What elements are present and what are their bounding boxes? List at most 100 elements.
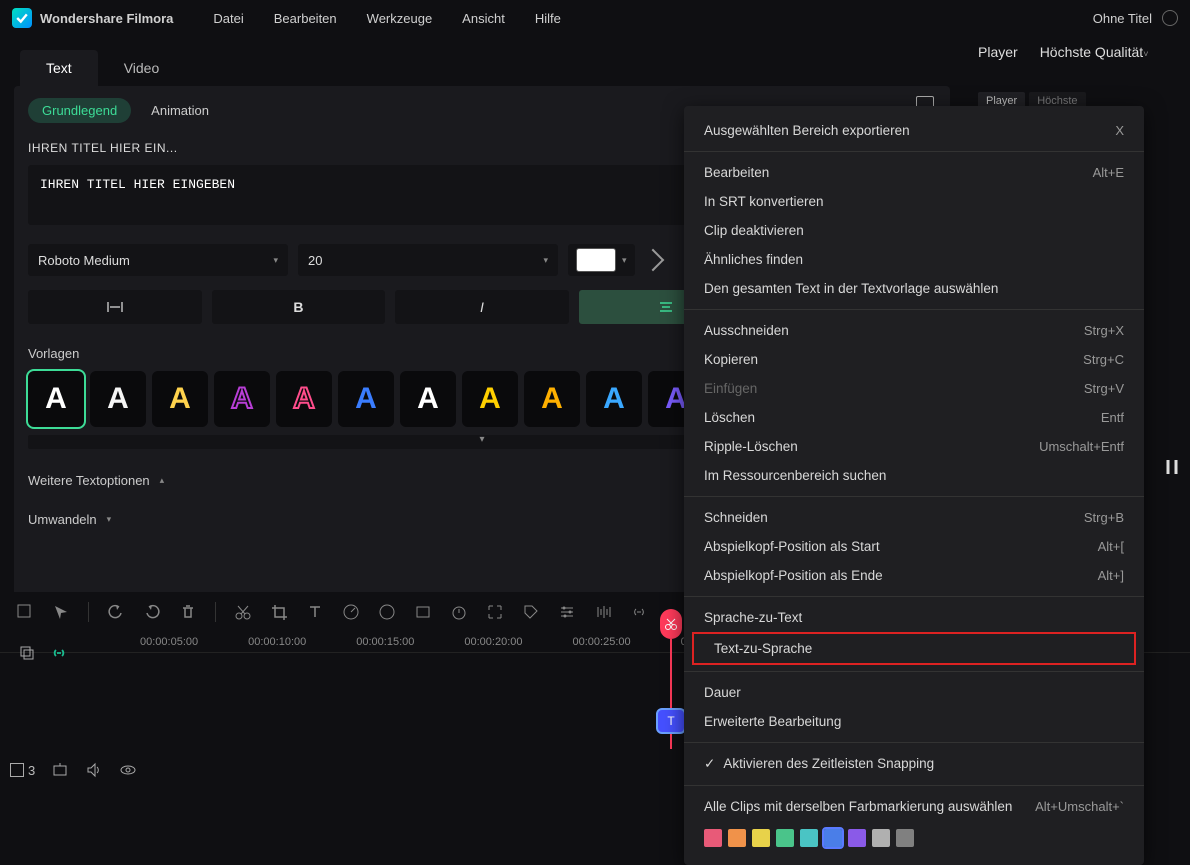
volume-icon[interactable] (85, 761, 103, 779)
link-icon[interactable] (630, 603, 648, 621)
template-item[interactable]: A (152, 371, 208, 427)
layers-icon (10, 763, 24, 777)
context-menu-item[interactable]: AusschneidenStrg+X (684, 316, 1144, 345)
context-menu-item[interactable]: Sprache-zu-Text (684, 603, 1144, 632)
context-menu-item[interactable]: Alle Clips mit derselben Farbmarkierung … (684, 792, 1144, 821)
context-menu-item[interactable]: Erweiterte Bearbeitung (684, 707, 1144, 736)
text-color-picker[interactable]: ▾ (568, 244, 635, 276)
app-name: Wondershare Filmora (40, 11, 173, 26)
focus-icon[interactable] (486, 603, 504, 621)
context-menu-item[interactable]: SchneidenStrg+B (684, 503, 1144, 532)
redo-icon[interactable] (143, 603, 161, 621)
color-swatch[interactable] (848, 829, 866, 847)
menubar: Wondershare Filmora Datei Bearbeiten Wer… (0, 0, 1190, 36)
delete-icon[interactable] (179, 603, 197, 621)
select-icon[interactable] (16, 603, 34, 621)
audio-icon[interactable] (594, 603, 612, 621)
context-menu-item[interactable]: Ähnliches finden (684, 245, 1144, 274)
context-menu-item[interactable]: In SRT konvertieren (684, 187, 1144, 216)
context-menu-item[interactable]: Ripple-LöschenUmschalt+Entf (684, 432, 1144, 461)
context-menu-item[interactable]: Abspielkopf-Position als EndeAlt+] (684, 561, 1144, 590)
char-spacing-button[interactable] (28, 290, 202, 324)
chevron-up-icon: ▴ (160, 475, 165, 486)
eyedropper-icon[interactable] (641, 249, 664, 272)
pause-icon[interactable] (1164, 458, 1182, 476)
status-bar: 3 (10, 761, 137, 779)
menu-bearbeiten[interactable]: Bearbeiten (274, 11, 337, 26)
cut-icon[interactable] (234, 603, 252, 621)
subtab-grundlegend[interactable]: Grundlegend (28, 98, 131, 123)
template-item[interactable]: A (338, 371, 394, 427)
tab-text[interactable]: Text (20, 50, 98, 86)
context-menu-separator (684, 742, 1144, 743)
context-menu-item[interactable]: Aktivieren des Zeitleisten Snapping (684, 749, 1144, 779)
tag-icon[interactable] (522, 603, 540, 621)
speed-icon[interactable] (342, 603, 360, 621)
color-swatch[interactable] (752, 829, 770, 847)
quality-select[interactable]: Höchste Qualität˅ (1040, 44, 1149, 60)
chevron-down-icon: ▾ (543, 255, 548, 266)
template-item[interactable]: A (276, 371, 332, 427)
template-item[interactable]: A (400, 371, 456, 427)
menu-hilfe[interactable]: Hilfe (535, 11, 561, 26)
player-label[interactable]: Player (978, 44, 1018, 60)
context-menu-separator (684, 151, 1144, 152)
context-menu-item[interactable]: Dauer (684, 678, 1144, 707)
template-item[interactable]: A (214, 371, 270, 427)
color-swatch[interactable] (896, 829, 914, 847)
context-menu-item[interactable]: Den gesamten Text in der Textvorlage aus… (684, 274, 1144, 303)
template-item[interactable]: A (586, 371, 642, 427)
context-menu-item[interactable]: Text-zu-Sprache (692, 632, 1136, 665)
frame-icon[interactable] (414, 603, 432, 621)
link-active-icon[interactable] (50, 644, 68, 662)
italic-button[interactable]: I (395, 290, 569, 324)
export-icon[interactable] (51, 761, 69, 779)
menu-items: Datei Bearbeiten Werkzeuge Ansicht Hilfe (213, 11, 560, 26)
app-logo-icon (12, 8, 32, 28)
font-size-select[interactable]: 20 ▾ (298, 244, 558, 276)
reverse-icon[interactable] (378, 603, 396, 621)
time-mark: 00:00:15:00 (356, 636, 414, 648)
menu-ansicht[interactable]: Ansicht (462, 11, 505, 26)
playhead-knob-icon[interactable] (660, 609, 682, 639)
template-item[interactable]: A (462, 371, 518, 427)
context-menu-item: EinfügenStrg+V (684, 374, 1144, 403)
timer-icon[interactable] (450, 603, 468, 621)
text-icon[interactable] (306, 603, 324, 621)
menu-datei[interactable]: Datei (213, 11, 243, 26)
context-menu-item[interactable]: BearbeitenAlt+E (684, 158, 1144, 187)
clip-text-icon[interactable]: T (656, 708, 686, 734)
context-menu-item[interactable]: KopierenStrg+C (684, 345, 1144, 374)
color-chip (576, 248, 616, 272)
color-swatch[interactable] (872, 829, 890, 847)
eye-icon[interactable] (119, 761, 137, 779)
template-item[interactable]: A (28, 371, 84, 427)
color-swatch[interactable] (776, 829, 794, 847)
layers-count[interactable]: 3 (10, 763, 35, 778)
time-mark: 00:00:20:00 (464, 636, 522, 648)
color-swatch[interactable] (704, 829, 722, 847)
settings-icon[interactable] (558, 603, 576, 621)
pointer-icon[interactable] (52, 603, 70, 621)
color-swatch[interactable] (728, 829, 746, 847)
tab-video[interactable]: Video (98, 50, 186, 86)
color-swatch[interactable] (800, 829, 818, 847)
context-menu-separator (684, 496, 1144, 497)
duplicate-icon[interactable] (18, 644, 36, 662)
undo-icon[interactable] (107, 603, 125, 621)
menu-werkzeuge[interactable]: Werkzeuge (367, 11, 433, 26)
bold-button[interactable]: B (212, 290, 386, 324)
project-title: Ohne Titel (1093, 11, 1152, 26)
font-select[interactable]: Roboto Medium ▾ (28, 244, 288, 276)
weitere-label: Weitere Textoptionen (28, 473, 150, 488)
template-item[interactable]: A (90, 371, 146, 427)
context-menu-item[interactable]: Ausgewählten Bereich exportierenX (684, 116, 1144, 145)
subtab-animation[interactable]: Animation (151, 103, 209, 118)
context-menu-item[interactable]: Abspielkopf-Position als StartAlt+[ (684, 532, 1144, 561)
context-menu-item[interactable]: Im Ressourcenbereich suchen (684, 461, 1144, 490)
context-menu-item[interactable]: LöschenEntf (684, 403, 1144, 432)
context-menu-item[interactable]: Clip deaktivieren (684, 216, 1144, 245)
template-item[interactable]: A (524, 371, 580, 427)
crop-icon[interactable] (270, 603, 288, 621)
color-swatch[interactable] (824, 829, 842, 847)
